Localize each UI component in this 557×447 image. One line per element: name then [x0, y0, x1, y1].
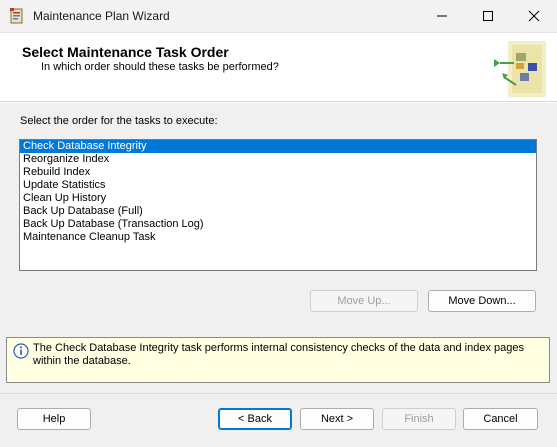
finish-button[interactable]: Finish [382, 408, 456, 430]
list-item[interactable]: Update Statistics [20, 179, 536, 192]
back-button[interactable]: < Back [218, 408, 292, 430]
close-button[interactable] [511, 0, 557, 32]
move-up-button[interactable]: Move Up... [310, 290, 418, 312]
page-subtitle: In which order should these tasks be per… [41, 61, 279, 73]
move-down-button[interactable]: Move Down... [428, 290, 536, 312]
list-item[interactable]: Reorganize Index [20, 153, 536, 166]
help-button[interactable]: Help [17, 408, 91, 430]
info-icon [13, 343, 29, 359]
maximize-icon [483, 11, 493, 21]
next-button[interactable]: Next > [300, 408, 374, 430]
list-item[interactable]: Rebuild Index [20, 166, 536, 179]
task-description-text: The Check Database Integrity task perfor… [33, 342, 524, 367]
footer-separator [0, 393, 557, 394]
list-item[interactable]: Back Up Database (Transaction Log) [20, 218, 536, 231]
task-description-panel: The Check Database Integrity task perfor… [6, 337, 550, 383]
wizard-header: Select Maintenance Task Order In which o… [0, 33, 557, 102]
title-bar: Maintenance Plan Wizard [0, 0, 557, 33]
wizard-header-graphic [490, 37, 550, 97]
close-icon [528, 10, 540, 22]
minimize-button[interactable] [419, 0, 465, 32]
header-separator [0, 102, 557, 103]
list-item[interactable]: Clean Up History [20, 192, 536, 205]
wizard-app-icon [9, 8, 25, 24]
minimize-icon [437, 15, 447, 17]
list-item[interactable]: Check Database Integrity [20, 140, 536, 153]
list-item[interactable]: Back Up Database (Full) [20, 205, 536, 218]
window-title: Maintenance Plan Wizard [33, 9, 170, 23]
maximize-button[interactable] [465, 0, 511, 32]
task-order-prompt: Select the order for the tasks to execut… [20, 115, 218, 127]
list-item[interactable]: Maintenance Cleanup Task [20, 231, 536, 244]
task-order-listbox[interactable]: Check Database Integrity Reorganize Inde… [19, 139, 537, 271]
page-title: Select Maintenance Task Order [22, 44, 229, 60]
cancel-button[interactable]: Cancel [463, 408, 538, 430]
